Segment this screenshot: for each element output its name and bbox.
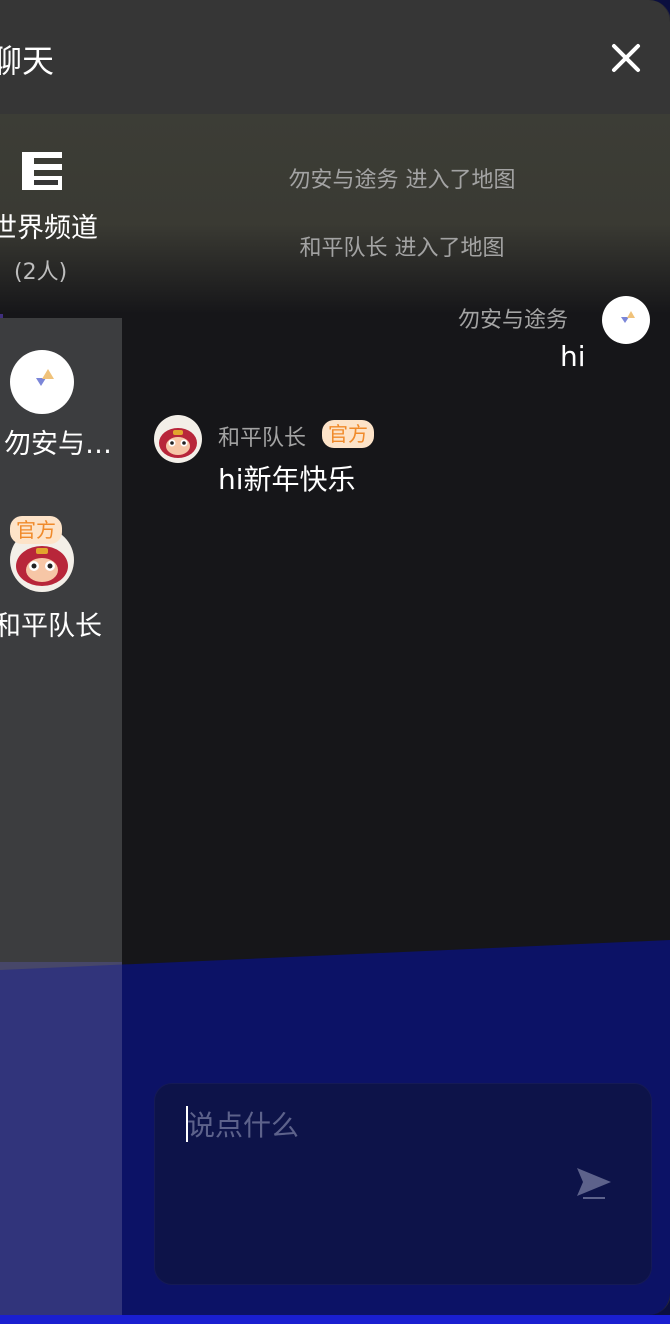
member-name: 和平队长 bbox=[0, 611, 102, 642]
message-sender: 和平队长 bbox=[218, 426, 307, 451]
message-sender: 勿安与途务 bbox=[458, 308, 569, 333]
message-text: hi新年快乐 bbox=[218, 463, 356, 496]
close-icon[interactable] bbox=[606, 38, 646, 78]
sidebar-channel-item-world[interactable]: 世界频道 (2人) bbox=[0, 114, 122, 318]
official-badge: 官方 bbox=[10, 516, 62, 544]
send-icon[interactable] bbox=[575, 1164, 613, 1200]
message-text: hi bbox=[560, 340, 586, 373]
chat-header: 聊天 bbox=[0, 0, 670, 114]
message-input[interactable]: 说点什么 bbox=[154, 1083, 652, 1285]
channel-icon bbox=[22, 152, 62, 190]
bottom-strip bbox=[0, 1315, 670, 1324]
message-avatar[interactable] bbox=[154, 415, 202, 463]
channel-member-count: (2人) bbox=[14, 260, 68, 285]
channel-label: 世界频道 bbox=[0, 213, 98, 244]
member-name: 勿安与… bbox=[4, 429, 112, 460]
lion-avatar-icon bbox=[159, 428, 197, 458]
message-avatar[interactable] bbox=[602, 296, 650, 344]
sidebar-overlay bbox=[0, 962, 122, 1315]
system-notice: 勿安与途务 进入了地图 bbox=[288, 168, 516, 193]
triangle-avatar-icon bbox=[621, 311, 635, 323]
official-badge: 官方 bbox=[322, 420, 374, 448]
page-title: 聊天 bbox=[0, 42, 55, 80]
input-placeholder: 说点什么 bbox=[187, 1109, 300, 1142]
triangle-avatar-icon bbox=[36, 369, 54, 386]
system-notice: 和平队长 进入了地图 bbox=[299, 236, 505, 261]
member-avatar[interactable] bbox=[10, 350, 74, 414]
chat-panel: 聊天 勿安与途务 进入了地图 和平队长 进入了地图 世界频道 (2人) 勿安与 bbox=[0, 0, 670, 1315]
